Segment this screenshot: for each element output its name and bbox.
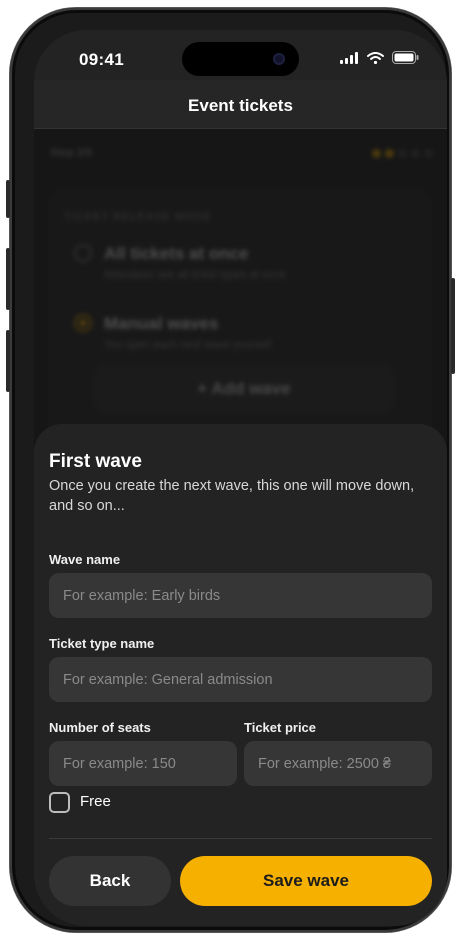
camera-icon (273, 53, 285, 65)
save-wave-button[interactable]: Save wave (180, 856, 432, 906)
divider (49, 838, 432, 839)
status-time: 09:41 (79, 50, 124, 69)
free-label: Free (80, 793, 111, 810)
action-button (6, 180, 10, 218)
sheet-scrim (34, 129, 447, 459)
wave-name-input[interactable] (49, 573, 432, 618)
price-label: Ticket price (244, 720, 317, 735)
nav-bar: Event tickets (34, 80, 447, 129)
back-button[interactable]: Back (49, 856, 171, 906)
dynamic-island (182, 42, 299, 76)
ticket-type-input[interactable] (49, 657, 432, 702)
first-wave-sheet: First wave Once you create the next wave… (34, 424, 447, 926)
price-input[interactable] (244, 741, 432, 786)
battery-icon (392, 51, 419, 64)
seats-input[interactable] (49, 741, 237, 786)
phone-frame: 09:41 Event tickets Step 2/5 TICKET RELE… (6, 8, 455, 932)
screen: 09:41 Event tickets Step 2/5 TICKET RELE… (34, 30, 447, 926)
signal-icon (340, 51, 358, 64)
power-button (451, 278, 455, 374)
free-checkbox[interactable] (49, 792, 70, 813)
status-icons (340, 51, 419, 64)
ticket-type-label: Ticket type name (49, 636, 155, 651)
sheet-title: First wave (49, 451, 142, 472)
wave-name-label: Wave name (49, 552, 121, 567)
status-bar: 09:41 (34, 30, 447, 80)
volume-down-button (6, 330, 10, 392)
seats-label: Number of seats (49, 720, 151, 735)
wifi-icon (367, 51, 384, 64)
volume-up-button (6, 248, 10, 310)
page-title: Event tickets (188, 96, 293, 115)
sheet-description: Once you create the next wave, this one … (49, 478, 415, 514)
